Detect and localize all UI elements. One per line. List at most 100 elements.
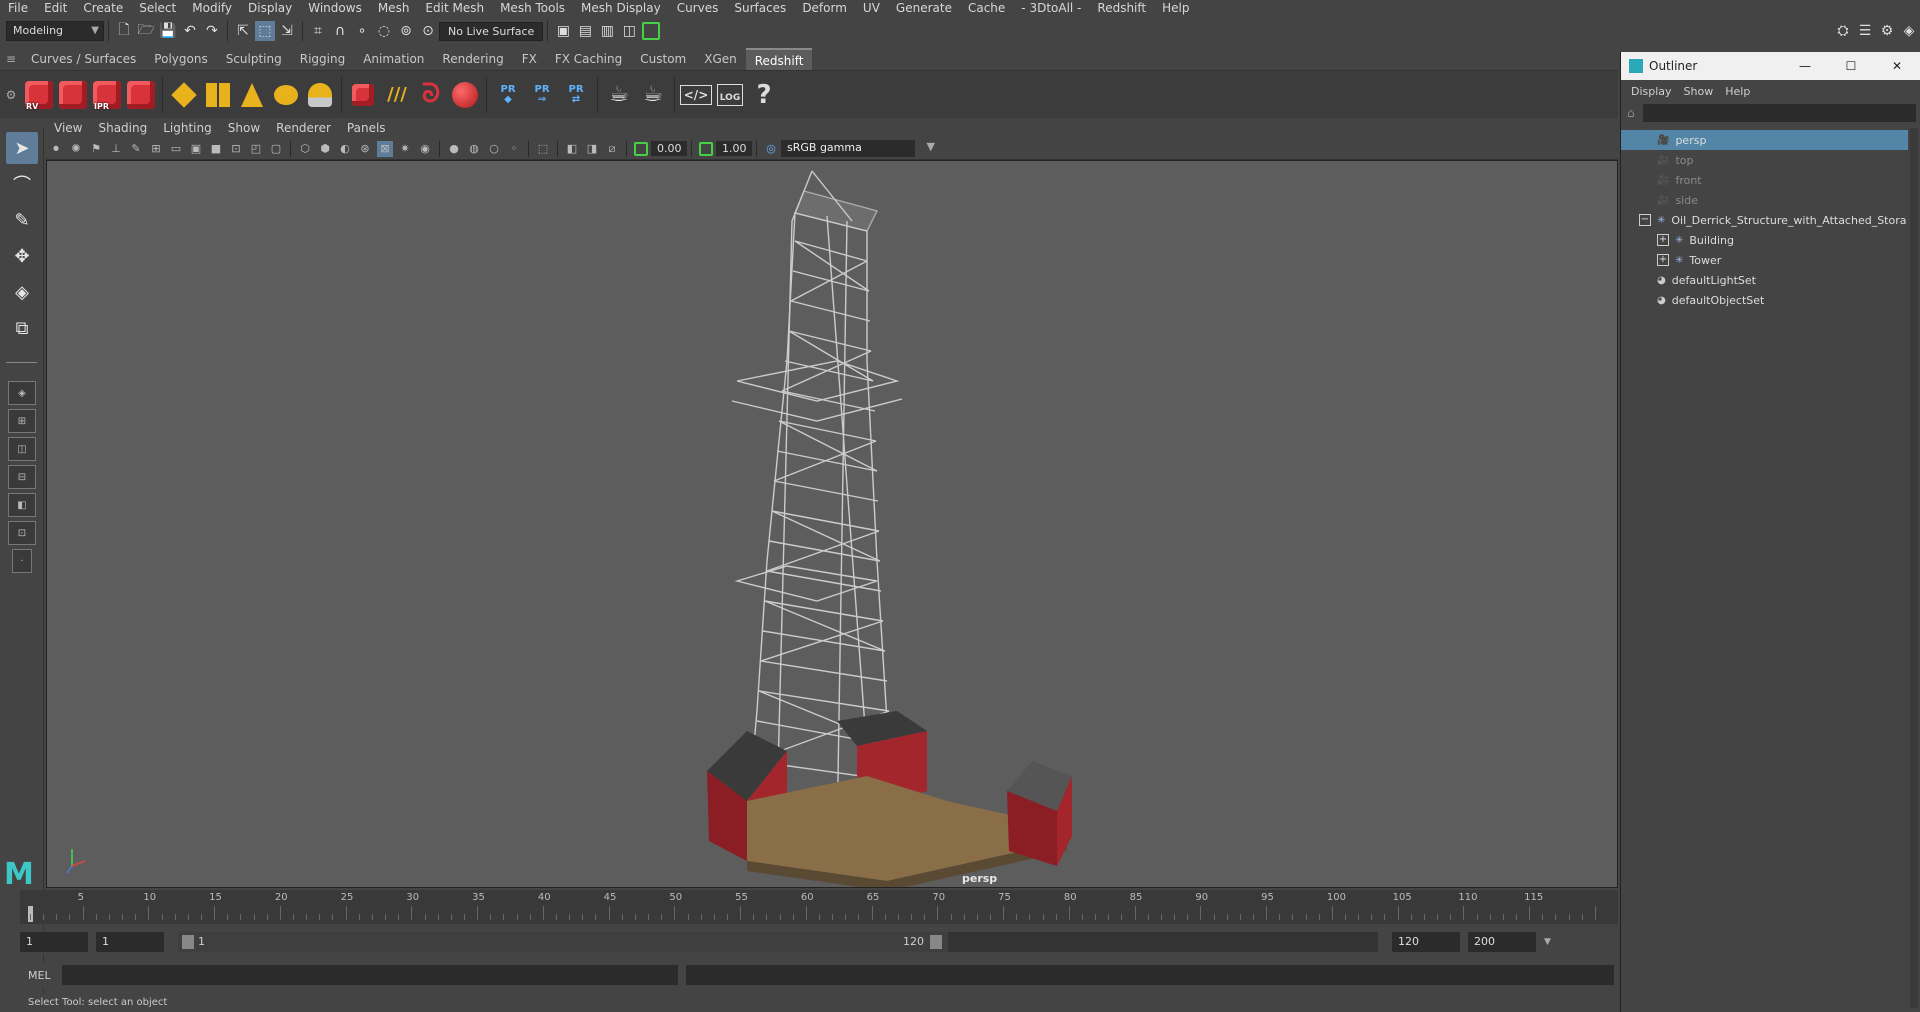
expand-toggle-icon[interactable]: − [1639, 214, 1651, 226]
range-slider-bar[interactable] [178, 932, 948, 952]
screen-space-ao-icon[interactable]: ● [446, 141, 462, 157]
shelf-tab-redshift[interactable]: Redshift [745, 48, 813, 70]
pr-create-button[interactable]: PR ◆ [493, 77, 523, 113]
portal-light-button[interactable] [203, 77, 233, 113]
grease-pencil-icon[interactable]: ✎ [128, 141, 144, 157]
camera-attributes-icon[interactable]: ⏺ [48, 141, 64, 157]
menu-mesh-display[interactable]: Mesh Display [573, 0, 669, 17]
menu-3dtoall[interactable]: - 3DtoAll - [1013, 0, 1089, 17]
dome-light-button[interactable] [271, 77, 301, 113]
select-component-icon[interactable]: ⇲ [277, 21, 297, 41]
command-language-label[interactable]: MEL [0, 969, 60, 982]
undo-icon[interactable]: ↶ [180, 21, 200, 41]
range-slider-track[interactable]: 1 120 [178, 932, 1378, 952]
outliner-search-input[interactable] [1643, 104, 1916, 122]
smooth-shade-icon[interactable]: ⬢ [317, 141, 333, 157]
mode-dropdown[interactable]: Modeling ▼ [6, 21, 104, 41]
render-view-icon[interactable] [641, 21, 661, 41]
menu-cache[interactable]: Cache [960, 0, 1013, 17]
bake-button[interactable]: ☕ [604, 77, 634, 113]
xray-components-icon[interactable]: ⧄ [604, 141, 620, 157]
start-time-field[interactable]: 1 [20, 932, 88, 952]
maximize-icon[interactable]: ☐ [1828, 59, 1874, 73]
tool-settings-icon[interactable]: ⚙ [1877, 21, 1897, 41]
gate-mask-icon[interactable]: ■ [208, 141, 224, 157]
outliner-item-top[interactable]: 🎥 top [1621, 150, 1908, 170]
menu-create[interactable]: Create [75, 0, 131, 17]
modeling-toolkit-icon[interactable]: ⛭ [1833, 21, 1853, 41]
single-pane-layout[interactable]: ◈ [8, 381, 36, 405]
end-time-field[interactable]: 200 [1468, 932, 1536, 952]
image-plane-icon[interactable]: ⊥ [108, 141, 124, 157]
film-gate-icon[interactable]: ▭ [168, 141, 184, 157]
shelf-tab-rigging[interactable]: Rigging [291, 48, 354, 70]
snap-point-icon[interactable]: ∘ [352, 21, 372, 41]
menu-windows[interactable]: Windows [300, 0, 370, 17]
snap-grid-icon[interactable]: ⌗ [308, 21, 328, 41]
layout-more-button[interactable]: · [12, 549, 32, 573]
grid-icon[interactable]: ⊞ [148, 141, 164, 157]
shelf-menu-icon[interactable]: ≡ [0, 52, 22, 66]
select-tool[interactable]: ➤ [6, 132, 38, 164]
attribute-editor-icon[interactable]: ☰ [1855, 21, 1875, 41]
field-chart-icon[interactable]: ⊡ [228, 141, 244, 157]
bookmark-icon[interactable]: ⚑ [88, 141, 104, 157]
filter-icon[interactable]: ⌂ [1627, 106, 1643, 120]
area-light-button[interactable] [169, 77, 199, 113]
time-slider[interactable]: 1 51015202530354045505560657075808590951… [20, 890, 1618, 924]
textured-icon[interactable]: ⊠ [377, 140, 393, 157]
select-object-icon[interactable]: ⬚ [255, 21, 275, 41]
outliner-scrollbar[interactable] [1910, 128, 1918, 1008]
channel-box-icon[interactable]: ◈ [1899, 21, 1919, 41]
perspective-viewport[interactable] [46, 160, 1618, 888]
shelf-tab-curves-surfaces[interactable]: Curves / Surfaces [22, 48, 145, 70]
snap-view-icon[interactable]: ⊚ [396, 21, 416, 41]
gamma-field[interactable]: 1.00 [716, 141, 752, 156]
physical-light-button[interactable] [237, 77, 267, 113]
xray-icon[interactable]: ◧ [564, 141, 580, 157]
stacked-layout[interactable]: ⊟ [8, 465, 36, 489]
panel-menu-panels[interactable]: Panels [339, 118, 394, 138]
depth-of-field-icon[interactable]: ◦ [506, 141, 522, 157]
render-view-button[interactable]: RV [24, 77, 54, 113]
shelf-tab-fx-caching[interactable]: FX Caching [546, 48, 631, 70]
render-settings-icon[interactable]: ▥ [597, 21, 617, 41]
isolate-select-icon[interactable]: ⬚ [535, 141, 551, 157]
log-button[interactable]: LOG [715, 77, 745, 113]
three-pane-layout[interactable]: ◧ [8, 493, 36, 517]
safe-action-icon[interactable]: ◰ [248, 141, 264, 157]
menu-surfaces[interactable]: Surfaces [726, 0, 794, 17]
bake-all-button[interactable]: ☕ [638, 77, 668, 113]
move-tool[interactable]: ✥ [6, 240, 38, 272]
render-current-frame-icon[interactable]: ▣ [553, 21, 573, 41]
outliner-item-oil-derrick-structure-with-attached-stora[interactable]: − ✳ Oil_Derrick_Structure_with_Attached_St… [1621, 210, 1908, 230]
hypershade-icon[interactable]: ◫ [619, 21, 639, 41]
safe-title-icon[interactable]: ▢ [268, 141, 284, 157]
panel-menu-renderer[interactable]: Renderer [268, 118, 339, 138]
proxy-button[interactable] [348, 77, 378, 113]
menu-help[interactable]: Help [1154, 0, 1197, 17]
material-button[interactable] [450, 77, 480, 113]
outliner-item-defaultlightset[interactable]: ◕ defaultLightSet [1621, 270, 1908, 290]
outliner-item-defaultobjectset[interactable]: ◕ defaultObjectSet [1621, 290, 1908, 310]
gamma-icon[interactable] [698, 141, 714, 157]
range-end-handle[interactable] [930, 935, 942, 949]
range-start-handle[interactable] [182, 935, 194, 949]
shelf-tab-rendering[interactable]: Rendering [433, 48, 512, 70]
outliner-persp-layout[interactable]: ⊡ [8, 521, 36, 545]
side-by-side-layout[interactable]: ◫ [8, 437, 36, 461]
pr-swap-button[interactable]: PR ⇄ [561, 77, 591, 113]
resolution-gate-icon[interactable]: ▣ [188, 141, 204, 157]
menu-edit-mesh[interactable]: Edit Mesh [417, 0, 492, 17]
open-scene-icon[interactable]: 🗁 [136, 21, 156, 41]
wireframe-on-shaded-icon[interactable]: ⊛ [357, 141, 373, 157]
shelf-tab-animation[interactable]: Animation [354, 48, 433, 70]
menu-redshift[interactable]: Redshift [1089, 0, 1154, 17]
outliner-item-tower[interactable]: + ✳ Tower [1621, 250, 1908, 270]
four-pane-layout[interactable]: ⊞ [8, 409, 36, 433]
render-settings-button[interactable] [126, 77, 156, 113]
snap-curve-icon[interactable]: ∩ [330, 21, 350, 41]
exposure-icon[interactable] [633, 141, 649, 157]
menu-mesh-tools[interactable]: Mesh Tools [492, 0, 573, 17]
outliner-item-front[interactable]: 🎥 front [1621, 170, 1908, 190]
